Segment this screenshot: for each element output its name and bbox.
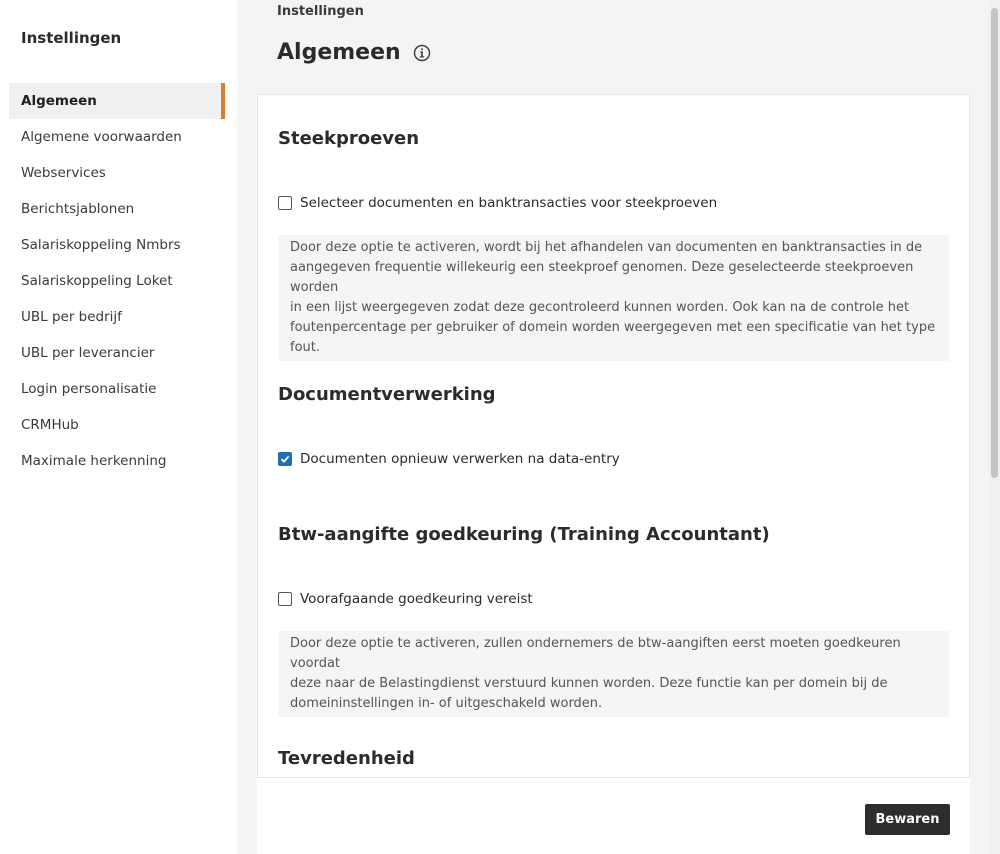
section-title-steekproeven: Steekproeven [278, 128, 420, 149]
btw-checkbox-row[interactable]: Voorafgaande goedkeuring vereist [278, 591, 533, 607]
btw-checkbox[interactable] [278, 592, 292, 606]
sidebar-item-ubl-per-leverancier[interactable]: UBL per leverancier [9, 335, 225, 371]
steekproeven-description: Door deze optie te activeren, wordt bij … [278, 235, 949, 361]
sidebar-item-crmhub[interactable]: CRMHub [9, 407, 225, 443]
steekproeven-checkbox-label[interactable]: Selecteer documenten en banktransacties … [300, 195, 717, 211]
steekproeven-checkbox-row[interactable]: Selecteer documenten en banktransacties … [278, 195, 717, 211]
checkmark-icon [280, 455, 290, 463]
page-title-row: Algemeen [277, 40, 431, 65]
sidebar-item-algemeen[interactable]: Algemeen [9, 83, 225, 119]
sidebar-item-salariskoppeling-loket[interactable]: Salariskoppeling Loket [9, 263, 225, 299]
scrollbar-thumb[interactable] [991, 8, 998, 478]
sidebar-title: Instellingen [21, 29, 122, 47]
sidebar-item-login-personalisatie[interactable]: Login personalisatie [9, 371, 225, 407]
description-line: deze naar de Belastingdienst verstuurd k… [290, 676, 888, 691]
settings-card: Steekproeven Selecteer documenten en ban… [257, 94, 970, 854]
footer-bar: Bewaren [257, 777, 970, 854]
description-line: foutenpercentage per gebruiker of domein… [290, 320, 936, 355]
sidebar-item-maximale-herkenning[interactable]: Maximale herkenning [9, 443, 225, 479]
section-title-documentverwerking: Documentverwerking [278, 384, 496, 405]
sidebar-item-ubl-per-bedrijf[interactable]: UBL per bedrijf [9, 299, 225, 335]
info-icon[interactable] [413, 44, 431, 62]
sidebar-item-webservices[interactable]: Webservices [9, 155, 225, 191]
breadcrumb[interactable]: Instellingen [277, 4, 364, 19]
btw-checkbox-label[interactable]: Voorafgaande goedkeuring vereist [300, 591, 533, 607]
sidebar-item-algemene-voorwaarden[interactable]: Algemene voorwaarden [9, 119, 225, 155]
section-title-btw-aangifte: Btw-aangifte goedkeuring (Training Accou… [278, 524, 770, 545]
documentverwerking-checkbox-label[interactable]: Documenten opnieuw verwerken na data-ent… [300, 451, 620, 467]
sidebar-item-salariskoppeling-nmbrs[interactable]: Salariskoppeling Nmbrs [9, 227, 225, 263]
save-button[interactable]: Bewaren [865, 804, 950, 835]
page-title: Algemeen [277, 40, 401, 65]
description-line: aangegeven frequentie willekeurig een st… [290, 260, 914, 295]
description-line: Door deze optie te activeren, zullen ond… [290, 636, 901, 671]
main-content: Instellingen Algemeen Steekproeven Selec… [237, 0, 989, 854]
section-title-tevredenheid: Tevredenheid [278, 748, 415, 769]
btw-description: Door deze optie te activeren, zullen ond… [278, 631, 949, 717]
sidebar: Instellingen Algemeen Algemene voorwaard… [0, 0, 237, 854]
documentverwerking-checkbox[interactable] [278, 452, 292, 466]
steekproeven-checkbox[interactable] [278, 196, 292, 210]
documentverwerking-checkbox-row[interactable]: Documenten opnieuw verwerken na data-ent… [278, 451, 620, 467]
scrollbar[interactable] [989, 0, 1000, 854]
description-line: domeininstellingen in- of uitgeschakeld … [290, 696, 603, 711]
description-line: in een lijst weergegeven zodat deze geco… [290, 300, 910, 315]
sidebar-nav: Algemeen Algemene voorwaarden Webservice… [9, 83, 225, 479]
sidebar-item-berichtsjablonen[interactable]: Berichtsjablonen [9, 191, 225, 227]
description-line: Door deze optie te activeren, wordt bij … [290, 240, 923, 255]
